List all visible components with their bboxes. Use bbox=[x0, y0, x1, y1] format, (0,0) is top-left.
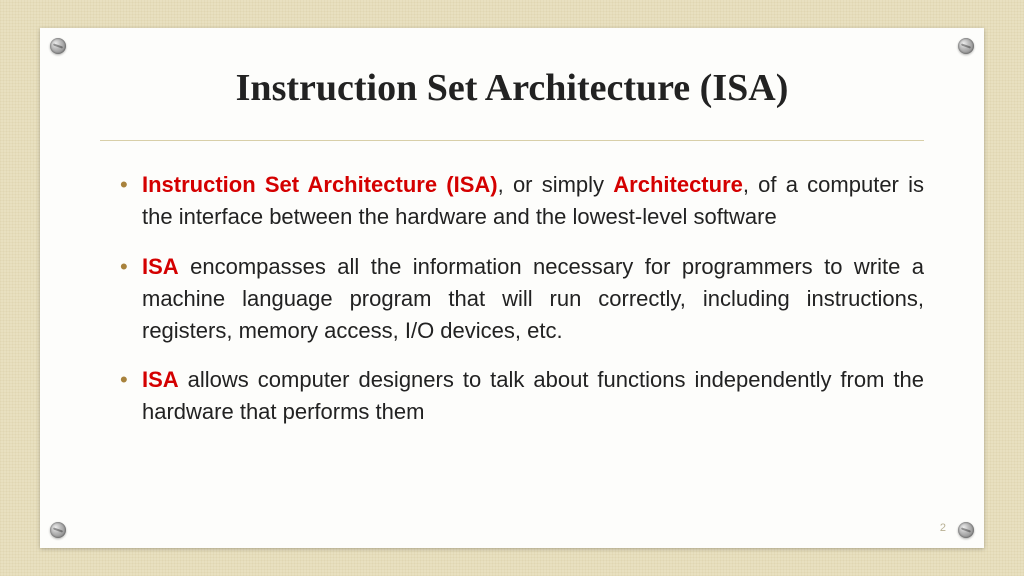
bullet-item: ISA encompasses all the information nece… bbox=[120, 251, 924, 347]
bullet-item: ISA allows computer designers to talk ab… bbox=[120, 364, 924, 428]
divider bbox=[100, 140, 924, 141]
screw-icon bbox=[958, 38, 974, 54]
slide: Instruction Set Architecture (ISA) Instr… bbox=[40, 28, 984, 548]
screw-icon bbox=[50, 38, 66, 54]
page-number: 2 bbox=[940, 522, 946, 534]
emphasis-text: ISA bbox=[142, 367, 179, 392]
slide-title: Instruction Set Architecture (ISA) bbox=[100, 66, 924, 110]
screw-icon bbox=[958, 522, 974, 538]
body-text: encompasses all the information necessar… bbox=[142, 254, 924, 343]
body-text: , or simply bbox=[498, 172, 614, 197]
emphasis-text: ISA bbox=[142, 254, 179, 279]
bullet-list: Instruction Set Architecture (ISA), or s… bbox=[100, 169, 924, 428]
screw-icon bbox=[50, 522, 66, 538]
bullet-item: Instruction Set Architecture (ISA), or s… bbox=[120, 169, 924, 233]
emphasis-text: Instruction Set Architecture (ISA) bbox=[142, 172, 498, 197]
emphasis-text: Architecture bbox=[613, 172, 743, 197]
body-text: allows computer designers to talk about … bbox=[142, 367, 924, 424]
